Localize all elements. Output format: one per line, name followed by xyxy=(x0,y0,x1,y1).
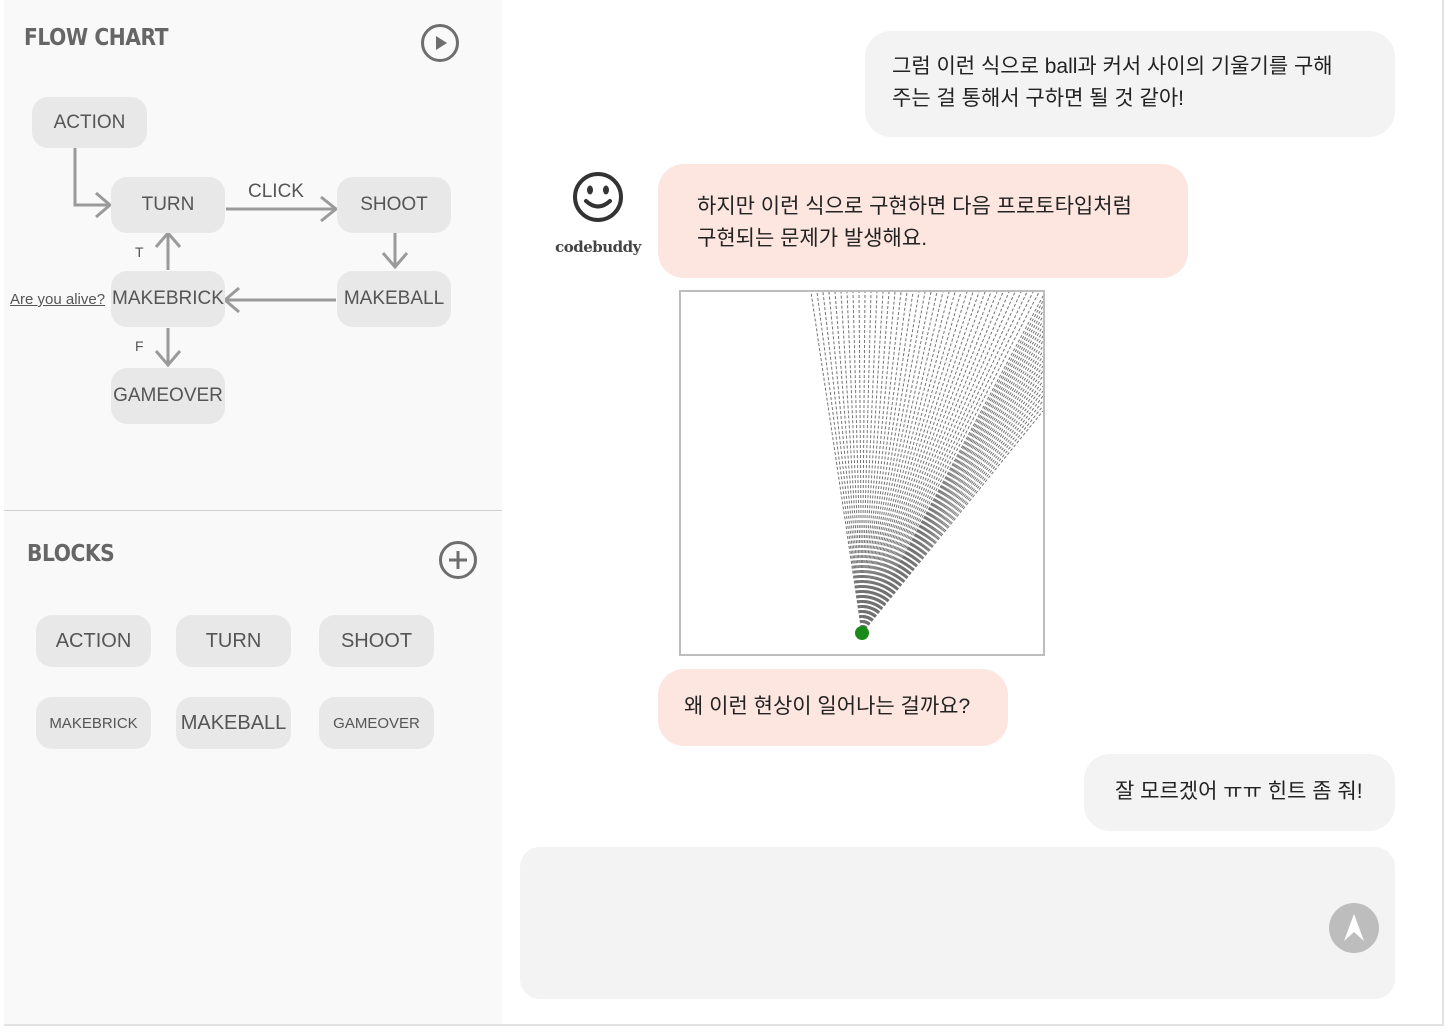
flow-node-makeball[interactable]: MAKEBALL xyxy=(337,271,451,327)
edge-label-true: T xyxy=(135,244,144,260)
arrow-action-turn xyxy=(73,148,108,207)
trajectory-line xyxy=(861,325,1043,634)
message-line: 구현되는 문제가 발생해요. xyxy=(697,227,928,250)
edge-label-false: F xyxy=(135,338,144,354)
block-makebrick[interactable]: MAKEBRICK xyxy=(36,697,151,749)
flow-node-action[interactable]: ACTION xyxy=(32,97,147,148)
trajectory-line xyxy=(861,292,1040,634)
trajectory-line xyxy=(861,360,1043,634)
trajectory-line xyxy=(861,292,998,634)
trajectory-line xyxy=(861,315,1043,634)
message-line: 하지만 이런 식으로 구현하면 다음 프로토타입처럼 xyxy=(697,195,1132,218)
trajectory-line xyxy=(861,292,1004,634)
trajectory-line xyxy=(840,292,863,634)
trajectory-lines xyxy=(810,292,1043,640)
message-line: 왜 이런 현상이 일어나는 걸까요? xyxy=(684,695,971,718)
section-divider xyxy=(4,510,502,511)
flow-node-turn[interactable]: TURN xyxy=(111,177,225,233)
block-makeball[interactable]: MAKEBALL xyxy=(176,697,291,749)
send-button[interactable] xyxy=(1329,903,1379,953)
plus-icon xyxy=(449,551,467,569)
message-line: 주는 걸 통해서 구하면 될 것 같아! xyxy=(892,87,1185,110)
condition-link[interactable]: Are you alive? xyxy=(10,291,105,308)
block-shoot[interactable]: SHOOT xyxy=(319,615,434,667)
trajectory-line xyxy=(861,292,938,634)
chat-input[interactable] xyxy=(520,847,1395,999)
message-user-2: 잘 모르겠어 ㅠㅠ 힌트 좀 줘! xyxy=(1084,754,1395,831)
smiley-face-icon xyxy=(573,172,623,222)
trajectory-line xyxy=(861,292,1028,634)
block-gameover[interactable]: GAMEOVER xyxy=(319,697,434,749)
flow-node-shoot[interactable]: SHOOT xyxy=(337,177,451,233)
trajectory-line xyxy=(822,292,863,634)
prototype-image xyxy=(679,290,1045,656)
trajectory-line xyxy=(861,292,968,634)
bot-name: codebuddy xyxy=(555,238,641,256)
message-bot-1: 하지만 이런 식으로 구현하면 다음 프로토타입처럼 구현되는 문제가 발생해요… xyxy=(658,164,1188,278)
trajectory-line xyxy=(861,292,986,634)
flow-node-makebrick[interactable]: MAKEBRICK xyxy=(111,271,225,327)
edge-label-click: CLICK xyxy=(248,181,304,202)
message-user-1: 그럼 이런 식으로 ball과 커서 사이의 기울기를 구해 주는 걸 통해서 … xyxy=(865,31,1395,137)
send-arrow-icon xyxy=(1344,914,1364,941)
message-line: 잘 모르겠어 ㅠㅠ 힌트 좀 줘! xyxy=(1115,780,1363,803)
add-block-button[interactable] xyxy=(439,541,477,579)
flow-node-gameover[interactable]: GAMEOVER xyxy=(111,368,225,424)
message-line: 그럼 이런 식으로 ball과 커서 사이의 기울기를 구해 xyxy=(892,55,1333,78)
block-turn[interactable]: TURN xyxy=(176,615,291,667)
message-bot-2: 왜 이런 현상이 일어나는 걸까요? xyxy=(658,669,1008,746)
block-action[interactable]: ACTION xyxy=(36,615,151,667)
blocks-title: BLOCKS xyxy=(27,541,115,567)
bot-avatar xyxy=(556,170,640,231)
trajectory-line xyxy=(861,410,1043,634)
trajectory-line xyxy=(861,400,1043,634)
trajectory-line xyxy=(861,292,962,634)
ball xyxy=(855,626,869,640)
